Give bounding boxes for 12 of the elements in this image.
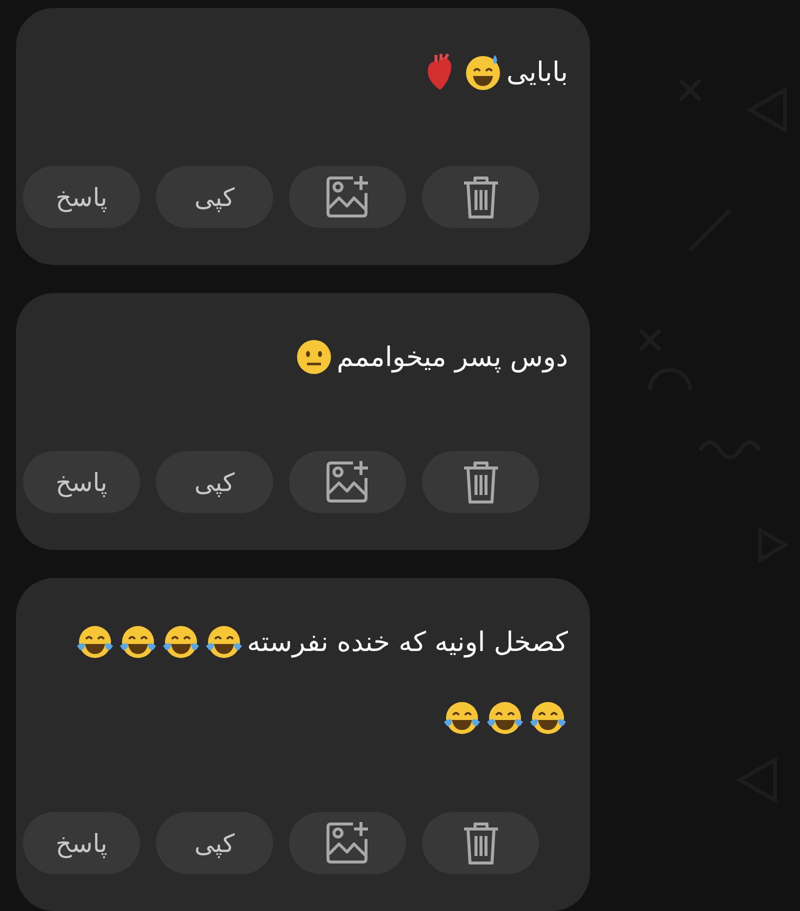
add-image-icon (324, 459, 370, 505)
action-button[interactable]: پاسخ (23, 812, 140, 874)
message-text: کصخل اونیه که خنده نفرسته (247, 626, 568, 658)
add-image-icon (324, 820, 370, 866)
action-button[interactable]: کپی (156, 166, 273, 228)
action-button[interactable]: پاسخ (23, 166, 140, 228)
message-text: دوس پسر میخواممم (336, 342, 568, 372)
add-image-icon (324, 174, 370, 220)
message-text: بابایی (506, 56, 568, 88)
action-button[interactable]: کپی (156, 812, 273, 874)
action-button[interactable]: کپی (156, 451, 273, 513)
action-button[interactable]: پاسخ (23, 451, 140, 513)
